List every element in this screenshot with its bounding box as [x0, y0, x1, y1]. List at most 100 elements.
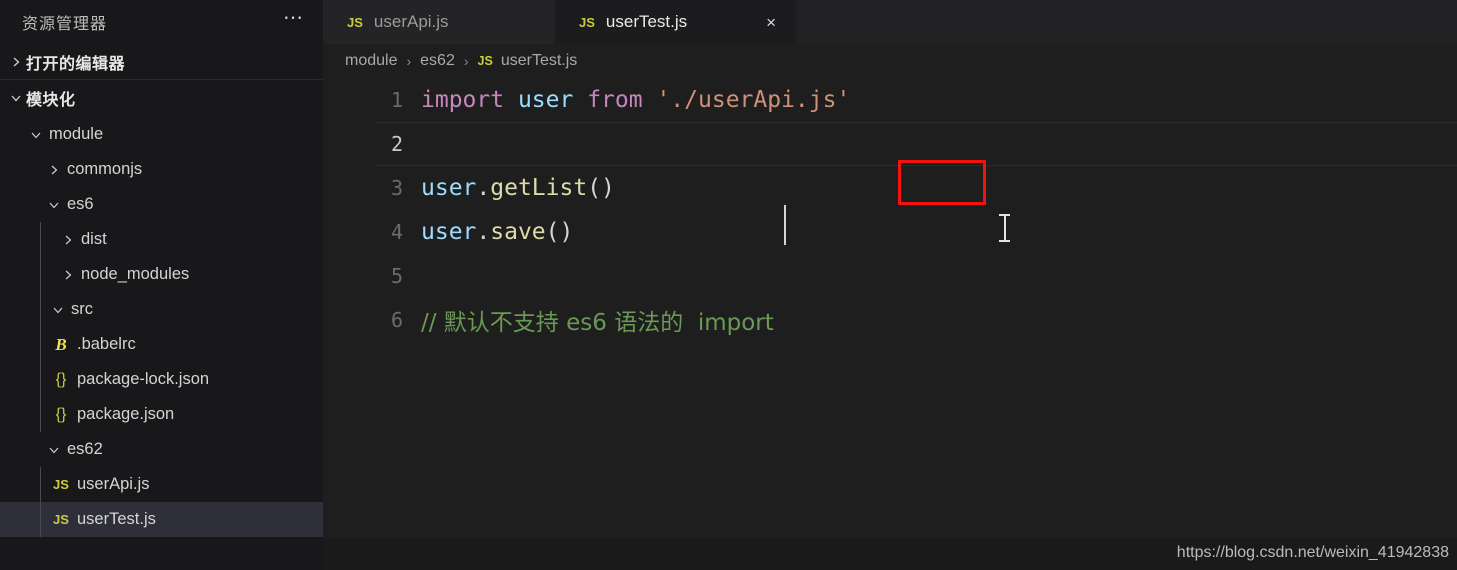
code-line-1[interactable]: 1 import user from './userApi.js' — [323, 78, 1457, 122]
chevron-down-icon[interactable] — [48, 304, 68, 316]
json-icon: {} — [55, 405, 67, 423]
code-line-6[interactable]: 6 // 默认不支持 es6 语法的 import — [323, 298, 1457, 342]
token-punct: . — [476, 219, 491, 245]
chevron-right-icon: › — [463, 53, 469, 69]
tab-bar-filler — [796, 0, 1457, 44]
js-icon: JS — [477, 54, 493, 68]
section-open-editors[interactable]: 打开的编辑器 — [0, 44, 323, 79]
tree-item-src[interactable]: src — [0, 292, 323, 327]
explorer-header: 资源管理器 ⋯ — [0, 0, 323, 44]
tree-item-label: package-lock.json — [77, 370, 210, 388]
tree-item-label: commonjs — [67, 160, 143, 178]
babel-icon: B — [55, 334, 67, 354]
token-function: save — [490, 219, 546, 245]
tree-item-babelrc[interactable]: B .babelrc — [0, 327, 323, 362]
code-text: user.save() — [415, 219, 573, 245]
token-variable: user — [421, 219, 477, 245]
breadcrumb-item-es62[interactable]: es62 — [420, 52, 455, 70]
token-function: getList — [490, 175, 588, 201]
code-line-3[interactable]: 3 user.getList() — [323, 166, 1457, 210]
editor-area: JS userApi.js JS userTest.js × module › … — [323, 0, 1457, 570]
token-string: './userApi.js' — [656, 87, 851, 113]
tree-item-label: dist — [81, 230, 107, 248]
js-icon: JS — [347, 14, 363, 30]
chevron-down-icon[interactable] — [26, 129, 46, 141]
chevron-right-icon — [6, 56, 26, 68]
chevron-right-icon[interactable] — [58, 234, 78, 246]
breadcrumb: module › es62 › JS userTest.js — [323, 44, 1457, 78]
token-punct: () — [545, 219, 574, 245]
chevron-right-icon[interactable] — [58, 269, 78, 281]
line-number: 6 — [390, 308, 403, 332]
code-line-2[interactable]: 2 — [323, 122, 1457, 166]
tree-item-label: .babelrc — [77, 335, 136, 353]
breadcrumb-item-file[interactable]: userTest.js — [501, 52, 577, 70]
tree-item-label: src — [71, 300, 93, 318]
tab-bar: JS userApi.js JS userTest.js × — [323, 0, 1457, 44]
code-text: import user from './userApi.js' — [415, 87, 850, 113]
chevron-down-icon — [6, 92, 26, 104]
token-punct: . — [476, 175, 491, 201]
tree-item-es62[interactable]: es62 — [0, 432, 323, 467]
tab-label: userApi.js — [373, 12, 449, 31]
text-caret — [784, 205, 786, 245]
tree-item-label: userApi.js — [77, 475, 150, 493]
vscode-window: 资源管理器 ⋯ 打开的编辑器 模块化 module commonjs es6 d… — [0, 0, 1457, 570]
js-icon: JS — [53, 512, 69, 527]
tab-label: userTest.js — [605, 12, 688, 31]
tree-item-dist[interactable]: dist — [0, 222, 323, 257]
explorer-sidebar: 资源管理器 ⋯ 打开的编辑器 模块化 module commonjs es6 d… — [0, 0, 323, 570]
tree-item-package-lock-json[interactable]: {} package-lock.json — [0, 362, 323, 397]
line-number: 5 — [390, 264, 403, 288]
breadcrumb-item-module[interactable]: module — [345, 52, 397, 70]
explorer-title: 资源管理器 — [22, 16, 108, 33]
file-tree: module commonjs es6 dist node_modules sr… — [0, 115, 323, 537]
tree-item-label: es6 — [67, 195, 94, 213]
code-text: // 默认不支持 es6 语法的 import — [415, 303, 774, 337]
chevron-right-icon: › — [406, 53, 412, 69]
code-line-5[interactable]: 5 — [323, 254, 1457, 298]
tab-usertest-js[interactable]: JS userTest.js × — [555, 0, 796, 44]
tree-item-node-modules[interactable]: node_modules — [0, 257, 323, 292]
line-number: 3 — [390, 176, 403, 200]
line-number: 1 — [390, 88, 403, 112]
section-workspace[interactable]: 模块化 — [0, 79, 323, 115]
tree-item-module[interactable]: module — [0, 117, 323, 152]
js-icon: JS — [579, 14, 595, 30]
token-comment: // 默认不支持 es6 语法的 import — [421, 310, 774, 336]
tree-item-label: es62 — [67, 440, 103, 458]
tree-item-es6[interactable]: es6 — [0, 187, 323, 222]
line-number: 2 — [390, 132, 403, 156]
tree-item-label: module — [49, 125, 104, 143]
token-variable: user — [517, 87, 574, 113]
section-open-editors-label: 打开的编辑器 — [26, 55, 126, 73]
tree-item-package-json[interactable]: {} package.json — [0, 397, 323, 432]
code-editor[interactable]: 1 import user from './userApi.js' 2 3 us… — [323, 78, 1457, 570]
token-punct: () — [587, 175, 615, 201]
tree-item-usertest-js[interactable]: JS userTest.js — [0, 502, 323, 537]
ellipsis-icon[interactable]: ⋯ — [283, 8, 305, 31]
chevron-down-icon[interactable] — [44, 199, 64, 211]
watermark-text: https://blog.csdn.net/weixin_41942838 — [1176, 544, 1449, 561]
tree-item-label: userTest.js — [77, 510, 156, 528]
json-icon: {} — [55, 370, 67, 388]
token-variable: user — [421, 175, 477, 201]
chevron-right-icon[interactable] — [44, 164, 64, 176]
line-number: 4 — [390, 220, 403, 244]
code-text: user.getList() — [415, 175, 615, 201]
code-line-4[interactable]: 4 user.save() — [323, 210, 1457, 254]
tab-userapi-js[interactable]: JS userApi.js — [323, 0, 555, 44]
section-workspace-label: 模块化 — [26, 91, 76, 109]
js-icon: JS — [53, 477, 69, 492]
tree-item-commonjs[interactable]: commonjs — [0, 152, 323, 187]
chevron-down-icon[interactable] — [44, 444, 64, 456]
tree-item-label: package.json — [77, 405, 175, 423]
tree-item-label: node_modules — [81, 265, 190, 283]
sidebar-bottom-filler — [0, 538, 323, 570]
tree-item-userapi-js[interactable]: JS userApi.js — [0, 467, 323, 502]
token-keyword: import — [421, 87, 505, 113]
close-icon[interactable]: × — [766, 14, 776, 31]
